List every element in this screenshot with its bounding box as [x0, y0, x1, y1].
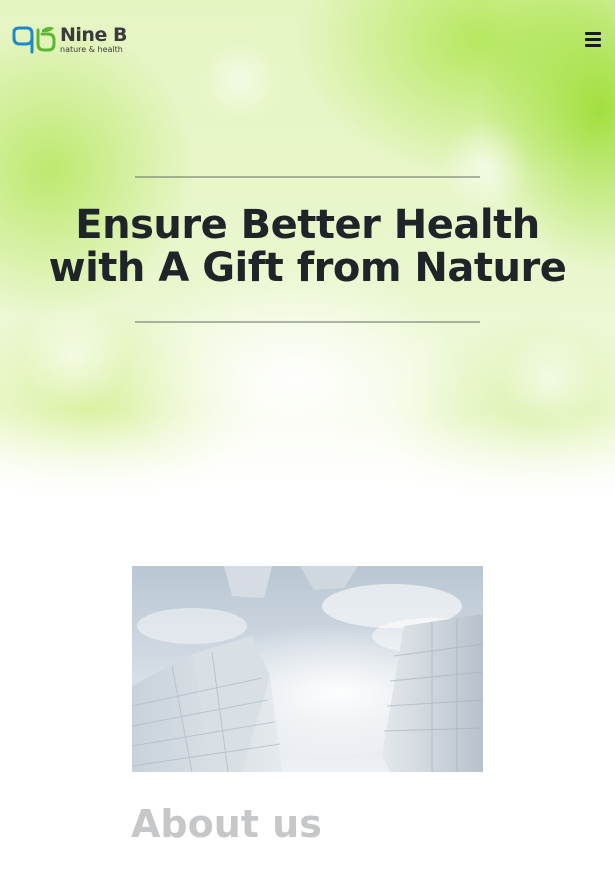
hero-headline: Ensure Better Health with A Gift from Na…	[20, 204, 595, 290]
headline-rule-top	[135, 176, 480, 178]
headline-rule-bottom	[135, 321, 480, 323]
logo-tagline: nature & health	[60, 45, 123, 54]
about-us-heading: About us	[131, 802, 322, 846]
hamburger-menu-icon[interactable]	[585, 32, 601, 48]
headline-line-1: Ensure Better Health	[75, 202, 540, 248]
logo-name: Nine B	[60, 24, 127, 46]
leaf-logo-icon	[12, 26, 56, 54]
city-skyscrapers-photo	[132, 566, 483, 772]
site-logo[interactable]: Nine B nature & health	[12, 24, 137, 56]
headline-line-2: with A Gift from Nature	[48, 245, 567, 291]
